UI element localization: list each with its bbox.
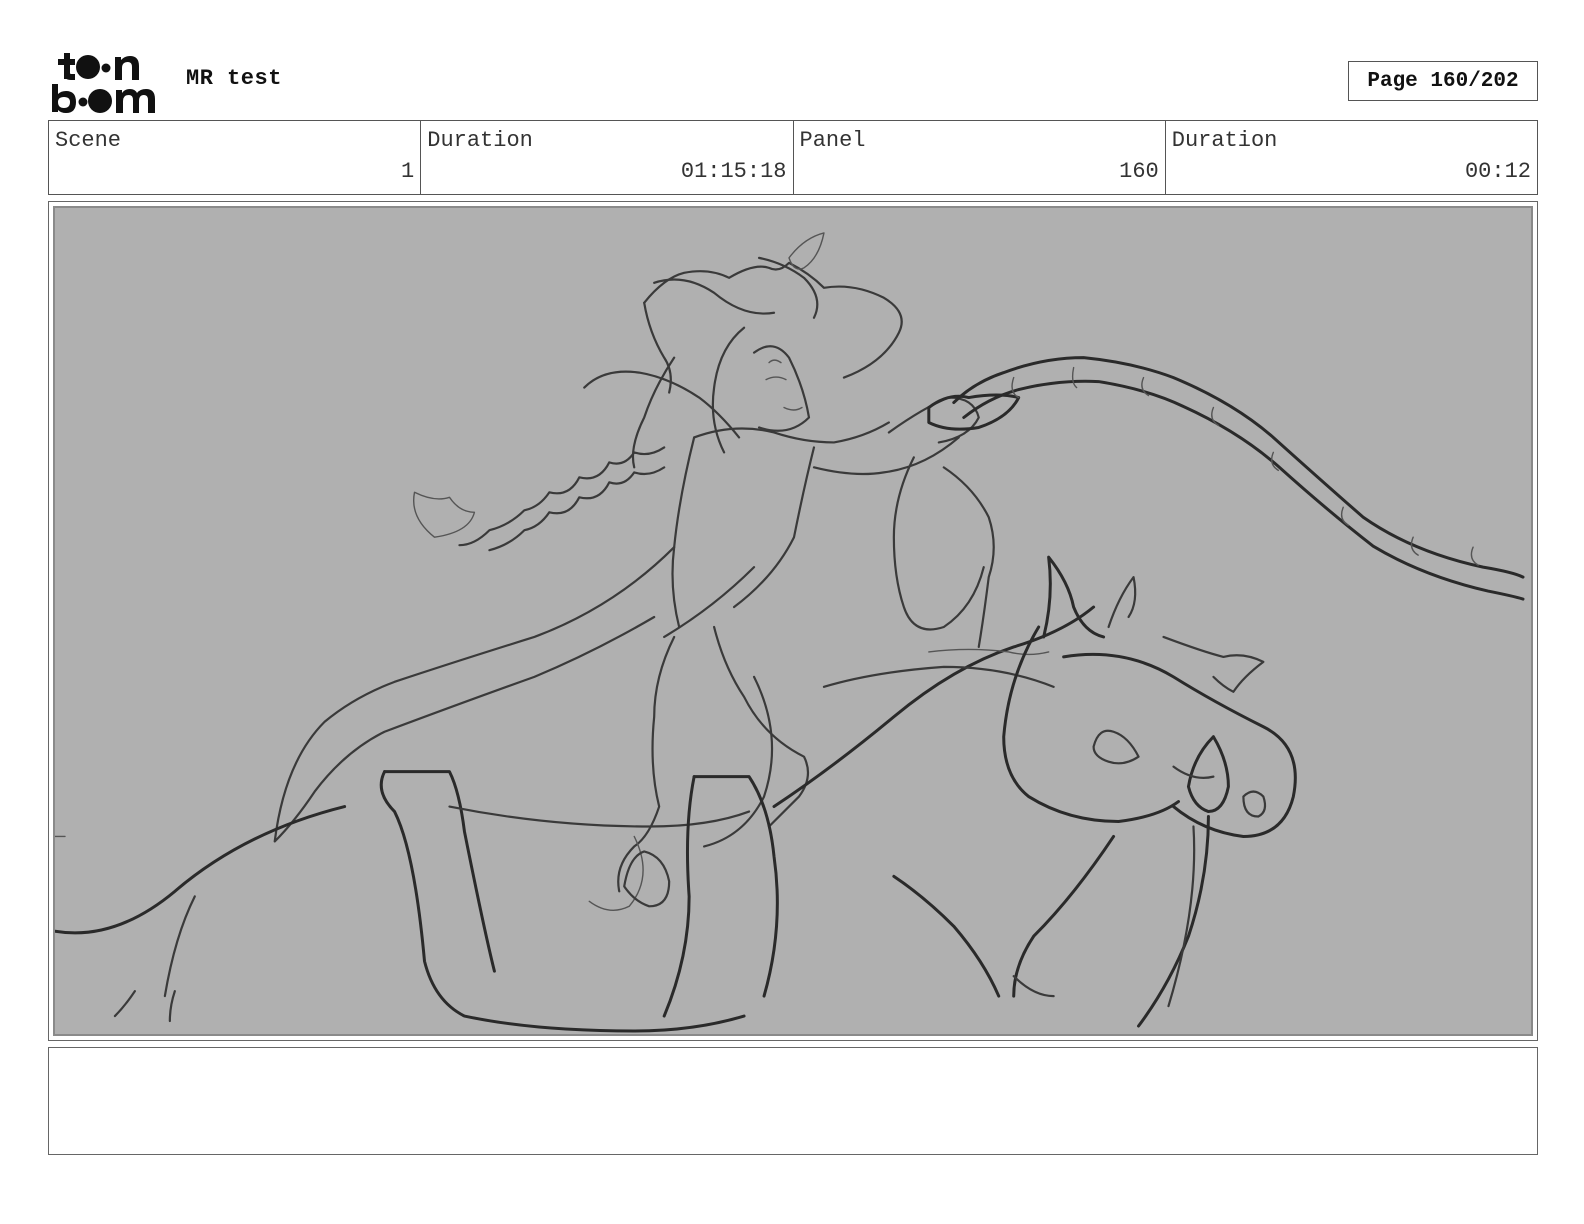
panel-info-table: Scene 1 Duration 01:15:18 Panel 160 Dura…	[48, 120, 1538, 195]
project-title: MR test	[186, 66, 282, 91]
panel-value: 160	[1119, 159, 1159, 184]
panel-duration-label: Duration	[1171, 128, 1278, 153]
toonboom-logo	[50, 50, 165, 114]
scene-value: 1	[401, 159, 415, 184]
sketch-panel	[53, 206, 1533, 1036]
scene-duration-cell: Duration 01:15:18	[421, 121, 794, 194]
scene-cell: Scene 1	[49, 121, 422, 194]
panel-cell: Panel 160	[794, 121, 1166, 194]
panel-duration-value: 00:12	[1464, 159, 1531, 184]
storyboard-frame	[48, 201, 1538, 1041]
panel-notes-area	[48, 1047, 1538, 1155]
panel-label: Panel	[799, 128, 866, 153]
page-number: Page 160/202	[1348, 61, 1538, 101]
panel-duration-cell: Duration 00:12	[1166, 121, 1537, 194]
scene-duration-label: Duration	[427, 128, 533, 153]
scene-label: Scene	[55, 128, 122, 153]
cowgirl-on-horse-sketch	[55, 232, 1525, 1033]
scene-duration-value: 01:15:18	[680, 159, 787, 184]
